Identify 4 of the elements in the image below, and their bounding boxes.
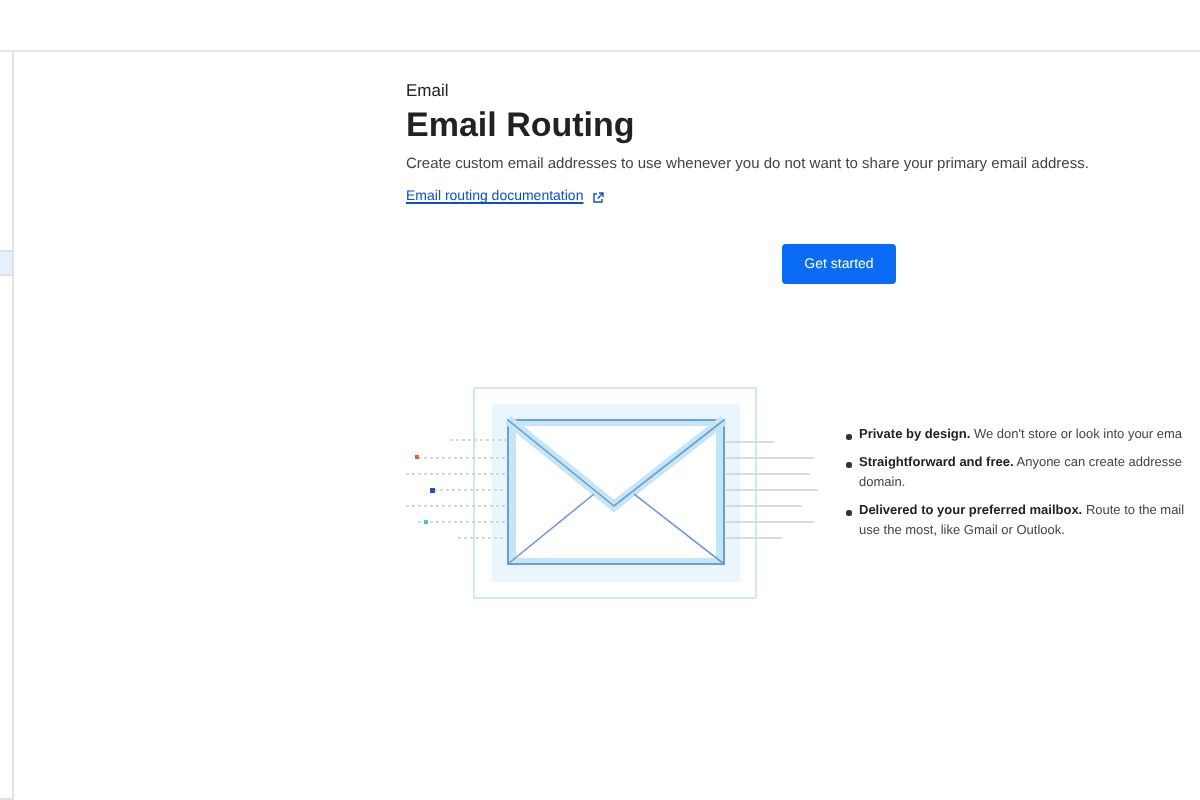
breadcrumb: Email xyxy=(406,80,451,102)
external-link-icon xyxy=(591,191,604,203)
sidebar-item[interactable] xyxy=(0,250,12,276)
page-title: Email Routing xyxy=(406,106,637,146)
